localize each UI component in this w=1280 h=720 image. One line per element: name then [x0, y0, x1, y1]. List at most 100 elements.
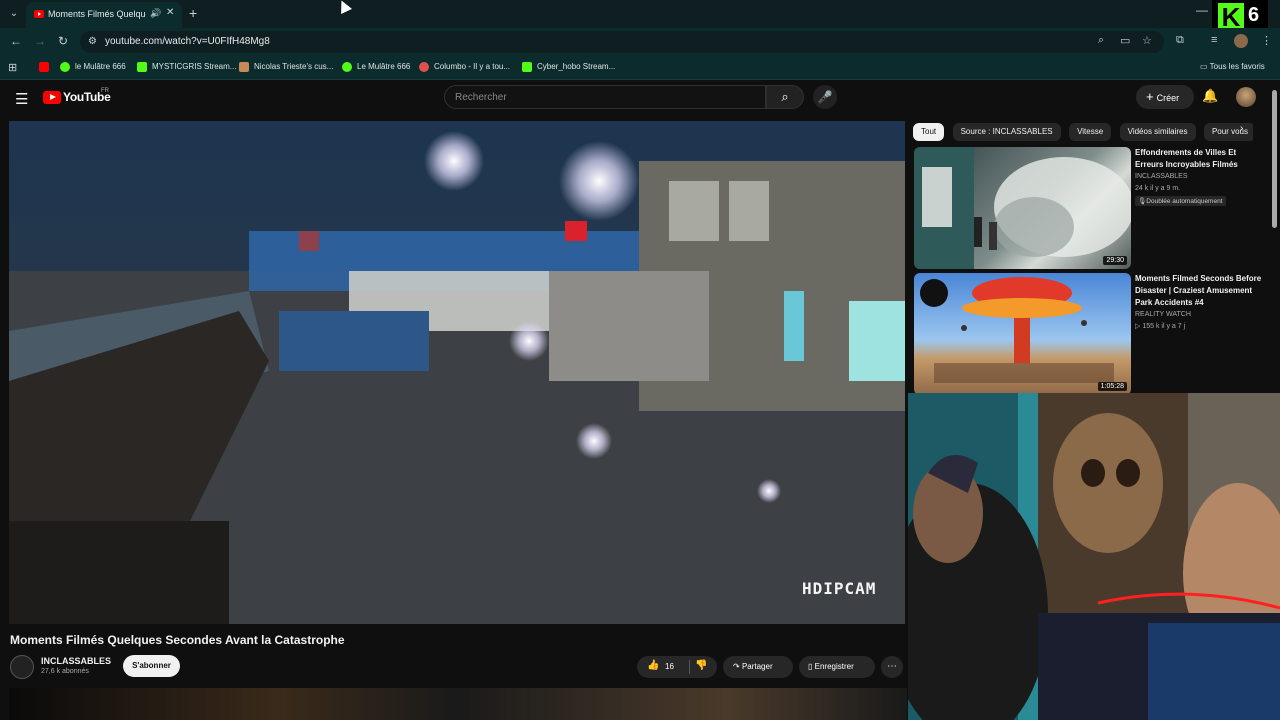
bookmark-item[interactable]: le Mulâtre 666 — [60, 62, 126, 72]
related-channel[interactable]: REALITY WATCH — [1135, 311, 1191, 318]
bookmark-label: le Mulâtre 666 — [75, 62, 126, 72]
tab-audio-icon[interactable]: 🔊 — [150, 8, 161, 19]
menu-icon[interactable]: ☰ — [15, 90, 28, 108]
chip-for-you[interactable]: Pour vous — [1203, 123, 1253, 141]
dislike-icon[interactable]: 👎 — [695, 660, 707, 671]
url-text: youtube.com/watch?v=U0FIfH48Mg8 — [105, 36, 270, 47]
streamer-webcam — [908, 393, 1280, 720]
mouse-cursor — [336, 0, 352, 14]
bookmark-label: Le Mulâtre 666 — [357, 62, 411, 72]
search-box[interactable] — [444, 85, 766, 109]
create-button[interactable]: + Créer — [1136, 85, 1194, 109]
share-button[interactable]: ↷ Partager — [723, 656, 793, 678]
bookmarks-bar: ⊞ le Mulâtre 666 MYSTICGRIS Stream... Ni… — [0, 56, 1280, 80]
bookmark-star-icon[interactable]: ☆ — [1142, 34, 1152, 47]
bookmark-label: Nicolas Trieste's cus... — [254, 62, 334, 72]
dubbed-label: Doublée automatiquement — [1146, 198, 1223, 205]
apps-icon[interactable]: ⊞ — [8, 61, 17, 74]
address-bar[interactable]: ⚙ youtube.com/watch?v=U0FIfH48Mg8 — [80, 31, 1164, 53]
related-chips: Tout Source : INCLASSABLES Vitesse Vidéo… — [913, 121, 1253, 141]
tab-search-icon[interactable]: ⌄ — [6, 6, 22, 22]
bookmark-item[interactable]: Columbo - Il y a tou... — [419, 62, 510, 72]
thumbnail-image — [914, 147, 1131, 269]
browser-tabstrip: ⌄ Moments Filmés Quelques 🔊 ✕ + — — [0, 0, 1280, 28]
related-title[interactable]: Moments Filmed Seconds Before Disaster |… — [1135, 273, 1265, 309]
tab-close-icon[interactable]: ✕ — [166, 7, 174, 18]
reload-icon[interactable]: ↻ — [58, 34, 68, 48]
divider — [689, 660, 690, 674]
extensions-icon[interactable]: ⧉ — [1176, 34, 1184, 47]
kick-overlay-count: 6 — [1248, 4, 1260, 26]
share-icon: ↷ — [733, 662, 742, 671]
save-label: Enregistrer — [814, 662, 854, 671]
like-dislike-group: 👍 16 👎 — [637, 656, 717, 678]
dubbed-badge: 🎙Doublée automatiquement — [1135, 196, 1226, 206]
mic-icon[interactable]: 🎤 — [813, 85, 837, 109]
plus-icon: + — [1146, 89, 1154, 104]
related-channel[interactable]: INCLASSABLES — [1135, 173, 1188, 180]
chip-speed[interactable]: Vitesse — [1069, 123, 1112, 141]
chevron-right-icon[interactable]: › — [1240, 123, 1243, 134]
play-icon — [60, 62, 70, 72]
avatar[interactable] — [1236, 87, 1256, 107]
related-thumbnail[interactable]: 1:05:28 — [914, 273, 1131, 395]
avatar-icon — [239, 62, 249, 72]
all-bookmarks[interactable]: ▭ Tous les favoris — [1200, 62, 1265, 71]
related-meta: ▷ 155 k il y a 7 j — [1135, 323, 1186, 330]
bookmark-label: Cyber_hobo Stream... — [537, 62, 616, 72]
site-info-icon[interactable]: ⚙ — [88, 36, 97, 47]
bookmark-item[interactable]: Nicolas Trieste's cus... — [239, 62, 333, 72]
save-button[interactable]: ▯ Enregistrer — [799, 656, 875, 678]
browser-tab[interactable]: Moments Filmés Quelques 🔊 ✕ — [26, 2, 182, 28]
chip-all[interactable]: Tout — [913, 123, 945, 141]
duration-badge: 1:05:28 — [1097, 382, 1127, 391]
youtube-logo-icon[interactable] — [43, 91, 61, 104]
browser-toolbar: ← → ↻ ⚙ youtube.com/watch?v=U0FIfH48Mg8 … — [0, 28, 1280, 56]
related-thumbnail[interactable]: 29:30 — [914, 147, 1131, 269]
save-icon: ▯ — [808, 662, 815, 671]
bookmark-item[interactable]: Le Mulâtre 666 — [342, 62, 410, 72]
media-icon[interactable]: ≡ — [1211, 34, 1217, 46]
bookmark-youtube[interactable] — [39, 62, 54, 72]
video-frame — [9, 121, 905, 624]
page-scrollbar[interactable] — [1272, 90, 1277, 228]
chrome-menu-icon[interactable]: ⋮ — [1261, 34, 1272, 47]
search-input[interactable] — [445, 86, 765, 108]
webcam-image — [908, 393, 1280, 720]
like-icon[interactable]: 👍 — [647, 660, 659, 671]
video-player[interactable]: HDIPCAM — [9, 121, 905, 624]
bookmark-label: Columbo - Il y a tou... — [434, 62, 511, 72]
chip-source[interactable]: Source : INCLASSABLES — [952, 123, 1061, 141]
kick-logo-icon: K — [1218, 3, 1244, 31]
channel-avatar[interactable] — [10, 655, 34, 679]
youtube-header: ☰ YouTube FR ⌕ 🎤 +Créer 🔔 — [0, 81, 1280, 117]
kick-icon — [137, 62, 147, 72]
camera-watermark: HDIPCAM — [802, 579, 877, 598]
bookmark-item[interactable]: MYSTICGRIS Stream... — [137, 62, 236, 72]
install-icon[interactable]: ▭ — [1120, 34, 1130, 47]
chip-similar[interactable]: Vidéos similaires — [1119, 123, 1196, 141]
back-icon[interactable]: ← — [10, 34, 22, 48]
bookmark-item[interactable]: Cyber_hobo Stream... — [522, 62, 615, 72]
kick-icon — [522, 62, 532, 72]
new-tab-icon[interactable]: + — [189, 5, 197, 21]
search-icon[interactable]: ⌕ — [766, 85, 804, 109]
youtube-icon — [39, 62, 49, 72]
bell-icon[interactable]: 🔔 — [1202, 88, 1218, 104]
youtube-favicon-icon — [34, 10, 44, 18]
tab-title: Moments Filmés Quelques — [48, 9, 146, 19]
subscriber-count: 27,6 k abonnés — [41, 668, 89, 675]
related-meta: 24 k il y a 9 m. — [1135, 185, 1181, 192]
subscribe-button[interactable]: S'abonner — [123, 655, 180, 677]
more-icon[interactable]: ⋯ — [881, 656, 903, 678]
zoom-icon[interactable]: ⌕ — [1098, 34, 1104, 47]
related-title[interactable]: Effondrements de Villes Et Erreurs Incro… — [1135, 147, 1265, 171]
channel-name[interactable]: INCLASSABLES — [41, 656, 111, 666]
columbo-icon — [419, 62, 429, 72]
profile-avatar-icon[interactable] — [1234, 34, 1248, 48]
play-icon — [342, 62, 352, 72]
forward-icon[interactable]: → — [34, 34, 46, 48]
below-content — [9, 688, 907, 720]
minimize-icon[interactable]: — — [1196, 3, 1208, 17]
folder-icon: ▭ — [1200, 62, 1210, 71]
